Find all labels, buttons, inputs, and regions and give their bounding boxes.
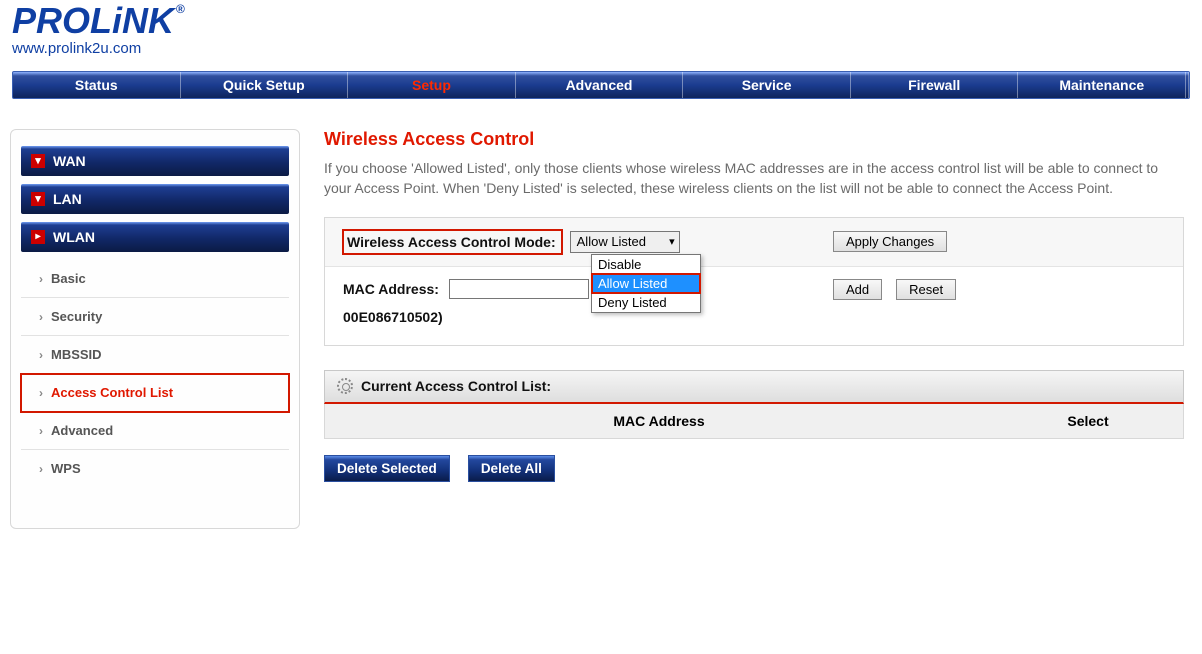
sidebar-item-basic[interactable]: Basic — [21, 260, 289, 298]
apply-changes-button[interactable]: Apply Changes — [833, 231, 947, 252]
delete-selected-button[interactable]: Delete Selected — [324, 455, 450, 482]
acl-col-select: Select — [993, 413, 1183, 429]
mode-row: Wireless Access Control Mode: Allow List… — [325, 218, 1183, 267]
settings-panel: Wireless Access Control Mode: Allow List… — [324, 217, 1184, 346]
sidebar-item-access-control-list[interactable]: Access Control List — [21, 374, 289, 412]
navbar-edge — [1186, 72, 1189, 98]
reset-button[interactable]: Reset — [896, 279, 956, 300]
brand-url: www.prolink2u.com — [12, 40, 1202, 57]
mode-label-highlight: Wireless Access Control Mode: — [343, 230, 562, 254]
tab-maintenance[interactable]: Maintenance — [1018, 72, 1186, 98]
mac-address-input[interactable] — [449, 279, 589, 299]
sidebar-item-advanced[interactable]: Advanced — [21, 412, 289, 450]
sidebar-item-wps[interactable]: WPS — [21, 450, 289, 488]
mode-dropdown: Disable Allow Listed Deny Listed — [591, 254, 701, 313]
chevron-right-icon — [31, 230, 45, 244]
sidebar-item-label: Advanced — [51, 412, 113, 450]
acl-section-title: Current Access Control List: — [361, 378, 551, 394]
sidebar-item-label: Basic — [51, 260, 86, 298]
brand-logo-text: PROLiNK — [12, 4, 174, 38]
top-navbar: Status Quick Setup Setup Advanced Servic… — [12, 71, 1190, 99]
sidebar-group-label: WAN — [53, 146, 86, 176]
tab-firewall[interactable]: Firewall — [851, 72, 1019, 98]
tab-advanced[interactable]: Advanced — [516, 72, 684, 98]
sidebar-item-label: Access Control List — [51, 374, 173, 412]
tab-status[interactable]: Status — [13, 72, 181, 98]
sidebar-group-lan[interactable]: LAN — [21, 184, 289, 214]
chevron-down-icon — [31, 192, 45, 206]
mode-option-deny-listed[interactable]: Deny Listed — [592, 293, 700, 312]
mode-option-allow-listed[interactable]: Allow Listed — [592, 274, 700, 293]
sidebar-item-security[interactable]: Security — [21, 298, 289, 336]
acl-table-header: MAC Address Select — [325, 404, 1183, 438]
sidebar-group-wlan[interactable]: WLAN — [21, 222, 289, 252]
page-title: Wireless Access Control — [324, 129, 1184, 150]
delete-all-button[interactable]: Delete All — [468, 455, 555, 482]
page-description: If you choose 'Allowed Listed', only tho… — [324, 158, 1164, 199]
gear-icon — [337, 378, 353, 394]
sidebar-group-label: WLAN — [53, 222, 95, 252]
acl-table: MAC Address Select — [324, 404, 1184, 439]
header: PROLiNK ® www.prolink2u.com — [0, 0, 1202, 63]
chevron-down-icon — [31, 154, 45, 168]
sidebar-item-label: Security — [51, 298, 102, 336]
sidebar-item-label: WPS — [51, 450, 81, 488]
mac-label: MAC Address: — [343, 281, 439, 297]
acl-col-mac: MAC Address — [325, 413, 993, 429]
mode-label: Wireless Access Control Mode: — [347, 234, 556, 250]
sidebar-item-label: MBSSID — [51, 336, 102, 374]
mode-option-disable[interactable]: Disable — [592, 255, 700, 274]
tab-quick-setup[interactable]: Quick Setup — [181, 72, 349, 98]
mac-row: MAC Address: 00E086710502) Add Reset — [325, 267, 1183, 345]
tab-service[interactable]: Service — [683, 72, 851, 98]
brand-reg: ® — [176, 4, 185, 15]
sidebar: WAN LAN WLAN Basic Security MBSSID Acces… — [10, 129, 300, 529]
mode-select-value: Allow Listed — [577, 234, 646, 249]
tab-setup[interactable]: Setup — [348, 72, 516, 98]
mode-select[interactable]: Allow Listed — [570, 231, 680, 253]
main-content: Wireless Access Control If you choose 'A… — [324, 129, 1194, 529]
add-button[interactable]: Add — [833, 279, 882, 300]
acl-section-header: Current Access Control List: — [324, 370, 1184, 404]
sidebar-group-wan[interactable]: WAN — [21, 146, 289, 176]
acl-actions: Delete Selected Delete All — [324, 455, 1184, 482]
brand-logo: PROLiNK ® — [12, 4, 1202, 38]
sidebar-item-mbssid[interactable]: MBSSID — [21, 336, 289, 374]
sidebar-group-label: LAN — [53, 184, 82, 214]
